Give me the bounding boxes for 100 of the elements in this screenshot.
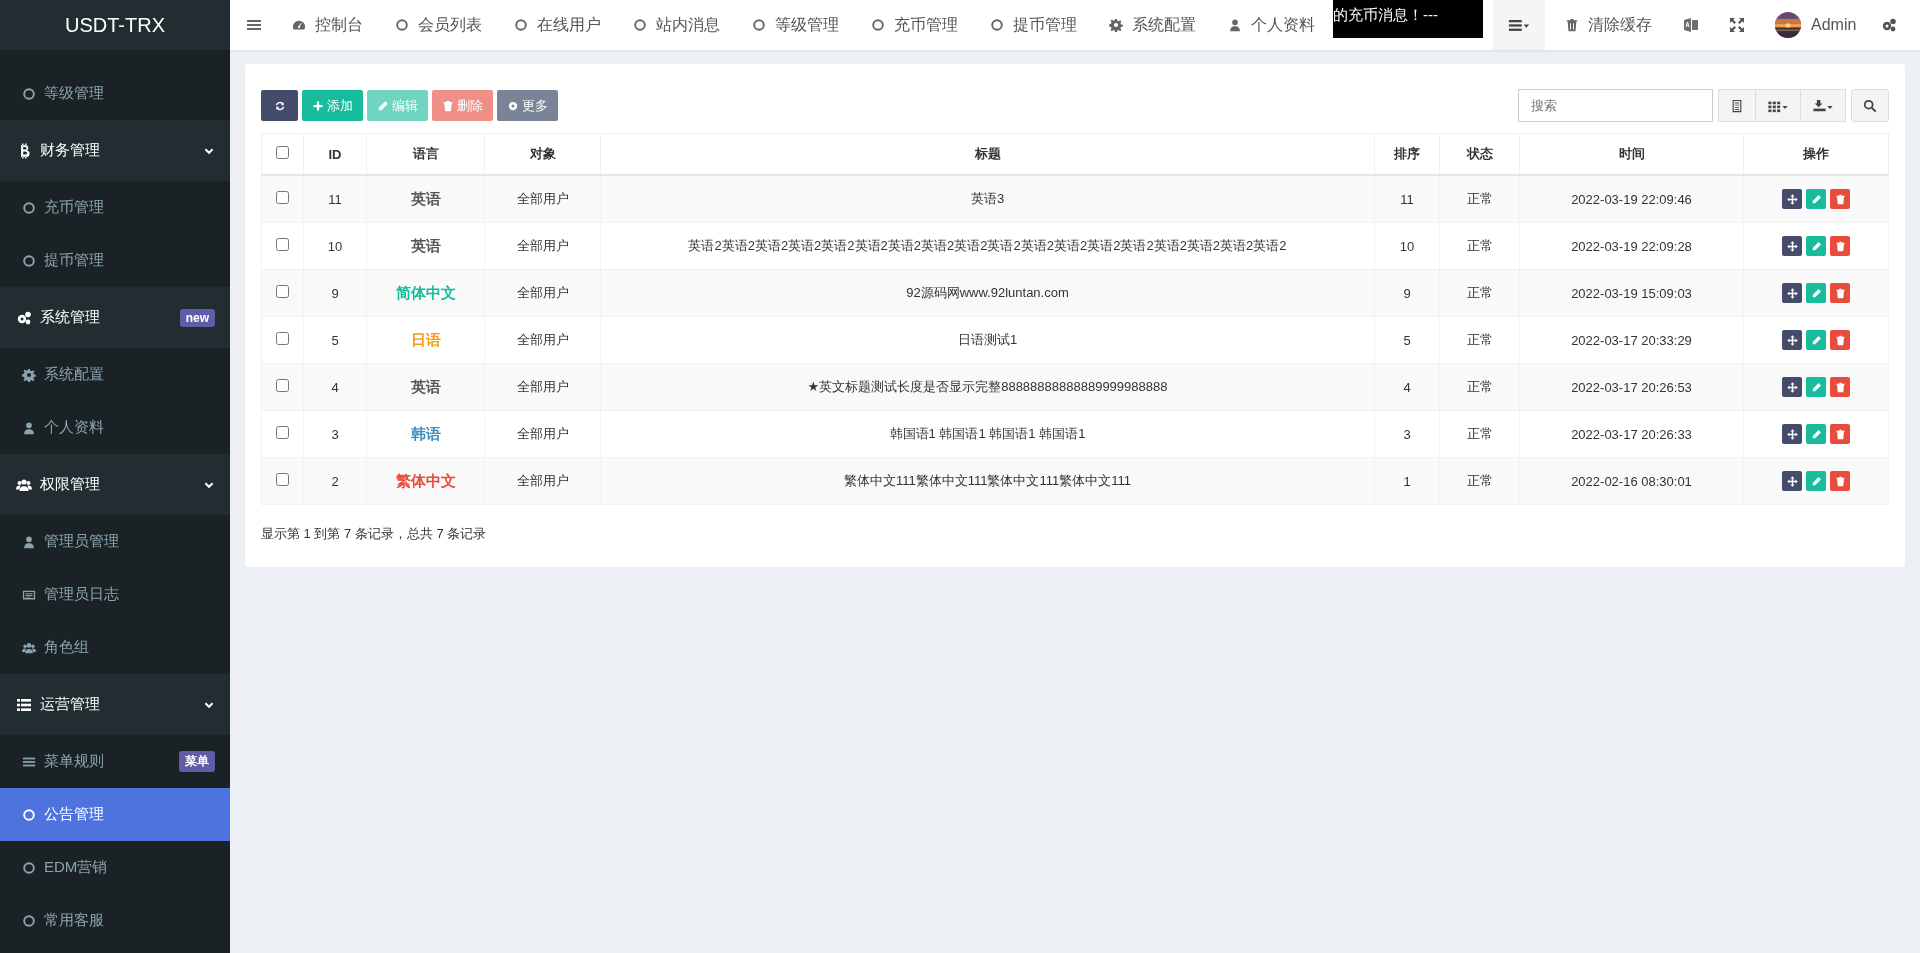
user-menu[interactable]: Admin (1775, 12, 1857, 38)
nav-link[interactable]: 等级管理 (736, 14, 855, 36)
row-checkbox[interactable] (276, 332, 289, 345)
nav-link[interactable]: 充币管理 (855, 14, 974, 36)
table-cell: 正常 (1466, 191, 1493, 206)
gear-icon (507, 99, 519, 112)
nav-link[interactable]: 个人资料 (1212, 14, 1331, 36)
move-icon (1786, 381, 1798, 393)
table-cell: 2022-03-19 22:09:46 (1571, 191, 1692, 207)
row-checkbox[interactable] (276, 285, 289, 298)
clear-cache-link[interactable]: 清除缓存 (1549, 14, 1668, 36)
language-label: 英语 (410, 377, 441, 395)
column-header: 操作 (1803, 146, 1829, 161)
column-header: 对象 (529, 146, 556, 161)
search-icon (1863, 98, 1877, 113)
table-cell: 4 (331, 379, 339, 395)
table-cell: 正常 (1466, 332, 1493, 347)
section-label: 运营管理 (40, 695, 101, 714)
table-cell: 5 (331, 332, 339, 348)
toggle-view-button[interactable] (1718, 89, 1756, 122)
table-icon (1730, 98, 1744, 113)
circle-icon (22, 807, 36, 822)
row-checkbox[interactable] (276, 238, 289, 251)
delete-button[interactable] (1830, 424, 1850, 444)
delete-button[interactable] (1830, 471, 1850, 491)
row-checkbox[interactable] (276, 191, 289, 204)
drag-button[interactable] (1782, 424, 1802, 444)
drag-button[interactable] (1782, 189, 1802, 209)
table-cell: 2022-03-17 20:26:33 (1571, 426, 1692, 442)
sidebar-item[interactable]: 公告管理 (0, 788, 230, 841)
nav-link[interactable]: 在线用户 (498, 14, 617, 36)
list-dropdown-button[interactable] (1493, 0, 1545, 50)
circle-icon (22, 860, 36, 875)
pagination-info: 显示第 1 到第 7 条记录，总共 7 条记录 (261, 525, 488, 543)
delete-button[interactable] (1830, 330, 1850, 350)
drag-button[interactable] (1782, 236, 1802, 256)
trash-icon (1834, 428, 1846, 440)
table-cell: 10 (327, 238, 343, 254)
gear-icon (1109, 18, 1123, 32)
table-cell: 11 (328, 191, 342, 207)
section-label: 系统管理 (40, 308, 101, 327)
row-checkbox[interactable] (276, 379, 289, 392)
drag-button[interactable] (1782, 283, 1802, 303)
sidebar-section[interactable]: 运营管理 (0, 674, 230, 735)
drag-button[interactable] (1782, 377, 1802, 397)
columns-dropdown-button[interactable] (1755, 89, 1801, 122)
more-button[interactable]: 更多 (497, 90, 558, 121)
circle-icon (752, 18, 766, 32)
delete-button[interactable] (1830, 189, 1850, 209)
language-label: 英语 (410, 189, 441, 207)
table-cell: 正常 (1466, 473, 1493, 488)
trash-icon (1834, 240, 1846, 252)
delete-button[interactable] (1830, 236, 1850, 256)
table-cell: 92源码网www.92luntan.com (906, 285, 1069, 300)
table-cell: 2022-03-17 20:33:29 (1571, 332, 1692, 348)
users-icon (16, 476, 32, 493)
table-cell: 全部用户 (516, 238, 569, 253)
row-checkbox[interactable] (276, 426, 289, 439)
table-cell: ★英文标题测试长度是否显示完整88888888888889999988888 (807, 379, 1168, 394)
trash-icon (1834, 475, 1846, 487)
nav-link[interactable]: 提币管理 (974, 14, 1093, 36)
circle-icon (22, 200, 36, 215)
refresh-button[interactable] (261, 90, 298, 121)
fullscreen-icon[interactable] (1729, 17, 1745, 33)
circle-icon (22, 913, 36, 928)
select-all-checkbox[interactable] (276, 146, 289, 159)
gears-icon[interactable] (1881, 17, 1898, 33)
table-cell: 全部用户 (516, 379, 569, 394)
export-dropdown-button[interactable] (1800, 89, 1846, 122)
table-cell: 2022-02-16 08:30:01 (1571, 473, 1692, 489)
delete-button[interactable] (1830, 283, 1850, 303)
menu-icon[interactable] (246, 17, 262, 33)
dashboard-icon (292, 18, 306, 32)
table-cell: 英语2英语2英语2英语2英语2英语2英语2英语2英语2英语2英语2英语2英语2英语2英语2英语2英语2英语2 (688, 238, 1287, 253)
drag-button[interactable] (1782, 471, 1802, 491)
section-label: 财务管理 (40, 141, 101, 160)
nav-link[interactable]: 控制台 (276, 14, 379, 36)
trash-icon (1565, 18, 1579, 32)
table-cell: 11 (1400, 191, 1414, 207)
sidebar-section[interactable]: 财务管理 (0, 120, 230, 181)
table-cell: 2022-03-19 22:09:28 (1571, 238, 1692, 254)
nav-link[interactable]: 系统配置 (1093, 14, 1212, 36)
table-cell: 正常 (1466, 238, 1493, 253)
user-icon (1228, 18, 1242, 32)
move-icon (1786, 428, 1798, 440)
search-field[interactable]: 搜索 (1518, 89, 1713, 122)
menu-badge: 菜单 (179, 751, 215, 772)
plus-icon (312, 99, 324, 112)
language-label: 韩语 (410, 424, 441, 442)
search-button[interactable] (1851, 89, 1889, 122)
nav-link[interactable]: 会员列表 (379, 14, 498, 36)
download-icon (1811, 98, 1835, 113)
row-checkbox[interactable] (276, 473, 289, 486)
translate-icon[interactable] (1683, 17, 1699, 33)
sidebar-section[interactable]: 系统管理 new (0, 287, 230, 348)
delete-button[interactable] (1830, 377, 1850, 397)
sidebar-section[interactable]: 权限管理 (0, 454, 230, 515)
table-cell: 正常 (1466, 379, 1493, 394)
nav-link[interactable]: 站内消息 (617, 14, 736, 36)
drag-button[interactable] (1782, 330, 1802, 350)
